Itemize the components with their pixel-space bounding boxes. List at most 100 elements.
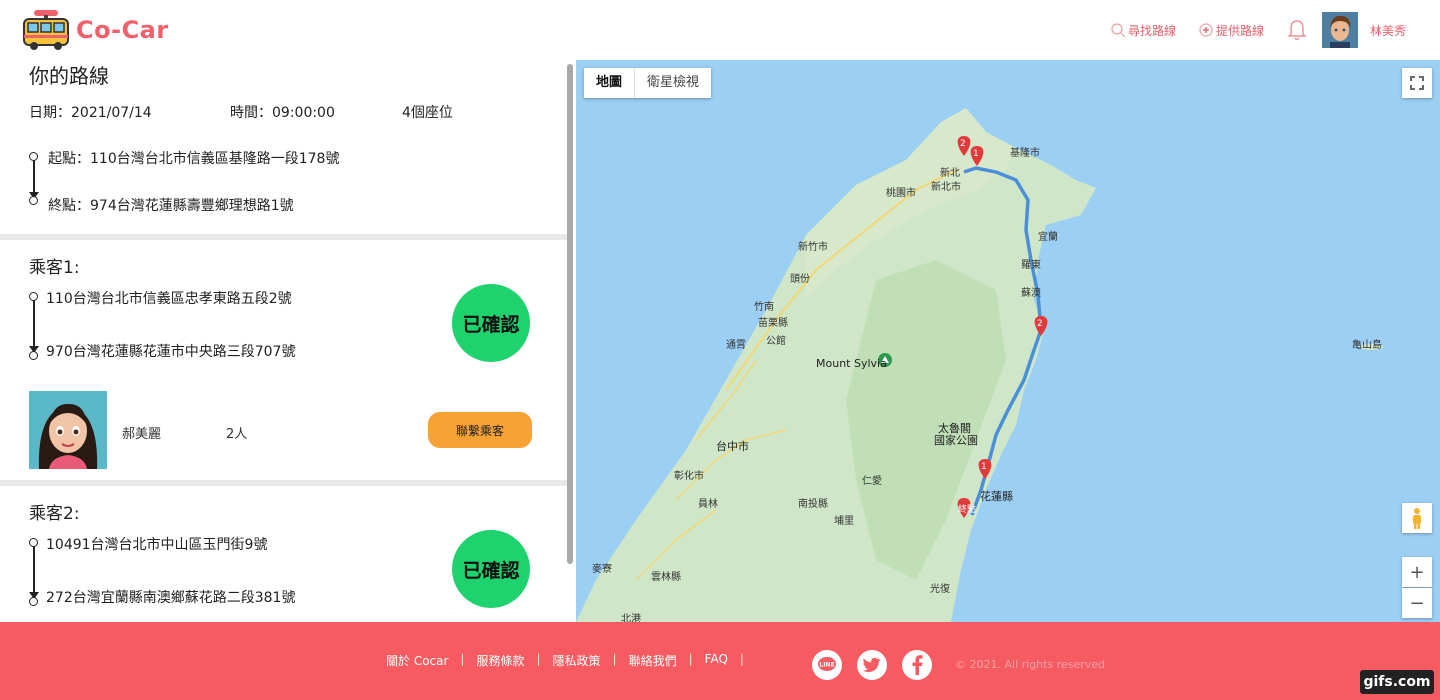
passenger-1-connector (28, 292, 40, 364)
fullscreen-icon (1410, 76, 1424, 90)
line-social-button[interactable]: LINE (812, 650, 842, 680)
bell-icon[interactable] (1286, 18, 1308, 42)
logo-text: Co-Car (76, 16, 169, 44)
bus-logo-icon (23, 10, 69, 50)
map-label: 彰化市 (674, 471, 704, 482)
passenger-avatar-image (29, 391, 107, 469)
marker-label: 1 (973, 149, 979, 159)
route-start: 起點：110台灣台北市信義區基隆路一段178號 (48, 151, 340, 167)
pegman-icon (1413, 508, 1421, 529)
twitter-icon (863, 657, 881, 673)
footer-terms-link[interactable]: 服務條款 (464, 652, 536, 669)
nav-menu: 尋找路線 提供路線 林美秀 (1110, 0, 1440, 60)
footer-faq-link[interactable]: FAQ (693, 652, 740, 669)
passenger-1-name: 郝美麗 (122, 427, 162, 442)
panel-scrollbar[interactable] (567, 64, 573, 564)
svg-text:LINE: LINE (819, 662, 834, 669)
map-label: 桃園市 (886, 188, 916, 199)
tab-satellite[interactable]: 衛星檢視 (635, 68, 711, 98)
passenger-2-to: 272台灣宜蘭縣南澳鄉蘇花路二段381號 (46, 590, 296, 606)
footer: 關於 Cocar | 服務條款 | 隱私政策 | 聯絡我們 | FAQ | LINE © … (0, 622, 1440, 700)
street-view-button[interactable] (1402, 503, 1432, 533)
passenger-2-label: 乘客2: (29, 504, 80, 524)
copyright-text: © 2021. All rights reserved (955, 658, 1106, 671)
passenger-1-label: 乘客1: (29, 258, 80, 278)
divider (0, 234, 568, 240)
map-label: 麥寮 (592, 564, 612, 575)
user-avatar-image (1321, 12, 1358, 48)
map-label: 員林 (698, 499, 718, 510)
user-name[interactable]: 林美秀 (1370, 22, 1406, 39)
tab-map[interactable]: 地圖 (584, 68, 636, 98)
footer-links: 關於 Cocar | 服務條款 | 隱私政策 | 聯絡我們 | FAQ | (374, 652, 744, 669)
map-label: 頭份 (790, 274, 810, 285)
route-connector (28, 152, 40, 208)
map-label: 公館 (766, 336, 786, 347)
find-route-label: 尋找路線 (1127, 23, 1176, 38)
map-label: 花蓮縣 (980, 490, 1013, 503)
map-label: 亀山島 (1352, 340, 1382, 351)
footer-contact-link[interactable]: 聯絡我們 (617, 652, 689, 669)
page-title: 你的路線 (29, 64, 109, 88)
map-label: 台中市 (716, 440, 749, 453)
end-marker-label: 終點 (958, 505, 977, 515)
map-label: 新北市 (931, 182, 961, 193)
footer-separator: | (460, 652, 465, 666)
map-label: 光復 (930, 584, 950, 595)
map-label: 國家公園 (934, 434, 978, 447)
logo[interactable]: Co-Car (22, 8, 169, 52)
marker-label: 1 (981, 462, 987, 472)
offer-route-link[interactable]: 提供路線 (1198, 22, 1264, 39)
passenger-1-to: 970台灣花蓮縣花蓮市中央路三段707號 (46, 344, 296, 360)
map-type-toggle: 地圖 衛星檢視 (584, 68, 712, 98)
twitter-social-button[interactable] (857, 650, 887, 680)
search-icon (1111, 23, 1126, 38)
map-label: 基隆市 (1010, 148, 1040, 159)
route-map[interactable]: 地圖 衛星檢視 + − 基隆市 新北 新北市 桃園市 新竹市 頭份 竹南 苗栗縣… (576, 60, 1440, 622)
footer-about-link[interactable]: 關於 Cocar (374, 652, 460, 669)
gifs-watermark: gifs.com (1360, 670, 1434, 694)
footer-separator: | (739, 652, 744, 666)
route-panel: 你的路線 日期：2021/07/14 時間：09:00:00 4個座位 起點：1… (0, 60, 576, 622)
route-seats: 4個座位 (402, 105, 453, 121)
taiwan-map-image (576, 108, 1383, 622)
fullscreen-button[interactable] (1402, 68, 1432, 98)
zoom-in-button[interactable]: + (1402, 557, 1432, 587)
map-label: 苗栗縣 (758, 318, 788, 329)
passenger-2-connector (28, 538, 40, 610)
map-label: 埔里 (834, 516, 854, 527)
contact-passenger-button[interactable]: 聯繫乘客 (428, 412, 532, 448)
top-navbar: Co-Car 尋找路線 提供路線 林美秀 (0, 0, 1440, 60)
footer-separator: | (536, 652, 541, 666)
facebook-social-button[interactable] (902, 650, 932, 680)
map-label: 蘇澳 (1021, 288, 1041, 299)
passenger-1-from: 110台灣台北市信義區忠孝東路五段2號 (46, 291, 292, 307)
passenger-2-status-badge[interactable]: 已確認 (452, 530, 530, 608)
user-avatar[interactable] (1321, 12, 1358, 48)
map-label: 雲林縣 (651, 572, 681, 583)
passenger-1-status-badge[interactable]: 已確認 (452, 284, 530, 362)
map-label: 竹南 (754, 302, 774, 313)
passenger-1-count: 2人 (226, 427, 248, 442)
map-label: 南投縣 (798, 499, 828, 510)
passenger-2-from: 10491台灣台北市中山區玉門街9號 (46, 537, 268, 553)
map-label: 仁愛 (862, 476, 882, 487)
marker-label: 2 (960, 139, 966, 149)
footer-privacy-link[interactable]: 隱私政策 (541, 652, 613, 669)
find-route-link[interactable]: 尋找路線 (1110, 22, 1176, 39)
footer-separator: | (688, 652, 693, 666)
map-label: 新竹市 (798, 242, 828, 253)
line-icon: LINE (818, 657, 836, 671)
divider (0, 480, 568, 486)
route-time: 時間：09:00:00 (230, 105, 335, 121)
map-label: 新北 (940, 168, 960, 179)
route-end: 終點：974台灣花蓮縣壽豐鄉理想路1號 (48, 198, 294, 214)
map-label: Mount Sylvia (816, 357, 887, 370)
map-label: 北港 (621, 614, 641, 622)
zoom-out-button[interactable]: − (1402, 588, 1432, 618)
passenger-1-avatar (29, 391, 107, 469)
map-label: 羅東 (1021, 260, 1041, 271)
marker-label: 2 (1037, 319, 1043, 329)
offer-route-label: 提供路線 (1215, 23, 1264, 38)
add-circle-icon (1199, 23, 1213, 37)
